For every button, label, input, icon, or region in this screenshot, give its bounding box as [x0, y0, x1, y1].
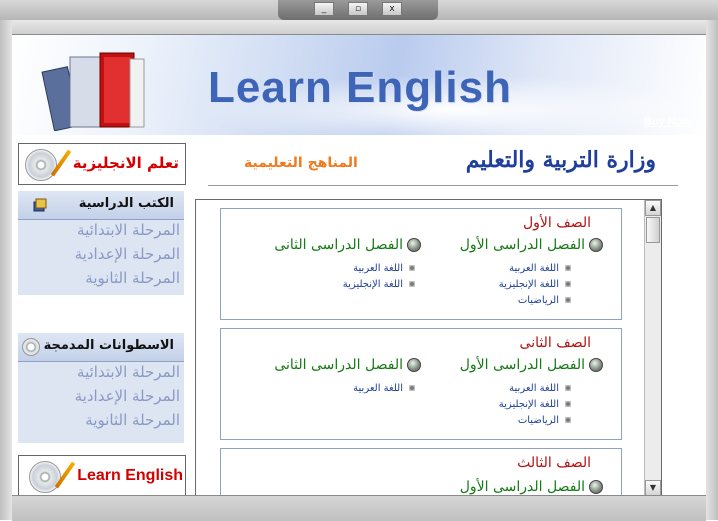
sidebar-item-books-preparatory[interactable]: المرحلة الإعدادية [18, 244, 184, 268]
term-1-link[interactable]: الفصل الدراسى الأول [460, 479, 603, 495]
close-button[interactable]: x [382, 2, 402, 16]
grade-title: الصف الثالث [517, 455, 591, 471]
ministry-name: وزارة التربية والتعليم [465, 147, 656, 173]
subject-link[interactable]: اللغة العربية [353, 263, 415, 274]
bullet-icon [407, 358, 421, 372]
term-2-link[interactable]: الفصل الدراسى الثانى [274, 357, 421, 373]
cds-section-header: الاسطوانات المدمجة [18, 333, 184, 362]
dot-icon [565, 297, 571, 303]
ministry-heading: المناهج التعليمية وزارة التربية والتعليم [208, 143, 678, 186]
learn-english-logo[interactable]: Learn English [18, 455, 186, 495]
restore-button[interactable]: ▫ [348, 2, 368, 16]
minimize-button[interactable]: _ [314, 2, 334, 16]
subject-link[interactable]: اللغة الإنجليزية [499, 399, 571, 410]
header-banner: Learn English Buy Now [12, 35, 706, 145]
scroll-down-icon[interactable]: ▼ [645, 480, 661, 495]
cd-small-icon [22, 338, 40, 356]
term-2-link[interactable]: الفصل الدراسى الثانى [274, 237, 421, 253]
subject-link[interactable]: اللغة العربية [353, 383, 415, 394]
grade-card-3: الصف الثالث الفصل الدراسى الأول [220, 448, 622, 495]
subject-label: الرياضيات [517, 415, 559, 426]
page-content: Learn English Buy Now المناهج التعليمية … [12, 35, 706, 495]
term-label: الفصل الدراسى الثانى [274, 357, 403, 373]
subject-link[interactable]: اللغة العربية [509, 263, 571, 274]
subject-label: اللغة الإنجليزية [342, 279, 403, 290]
sidebar-item-cds-secondary[interactable]: المرحلة الثانوية [18, 410, 184, 434]
subject-label: اللغة الإنجليزية [498, 399, 559, 410]
bullet-icon [589, 358, 603, 372]
logo-text: تعلم الانجليزية [72, 154, 179, 172]
window-inner-top [12, 20, 706, 35]
books-section-header: الكتب الدراسية [18, 191, 184, 220]
scroll-thumb[interactable] [646, 217, 660, 243]
subject-link[interactable]: اللغة الإنجليزية [343, 279, 415, 290]
sidebar-item-label: المرحلة الابتدائية [77, 221, 180, 239]
term-label: الفصل الدراسى الأول [459, 357, 585, 373]
cd-icon [25, 149, 57, 181]
term-label: الفصل الدراسى الأول [459, 479, 585, 495]
grade-card-1: الصف الأول الفصل الدراسى الأول الفصل الد… [220, 208, 622, 320]
dot-icon [565, 265, 571, 271]
cds-section: الاسطوانات المدمجة المرحلة الابتدائية ال… [18, 333, 184, 443]
dot-icon [409, 385, 415, 391]
term-1-link[interactable]: الفصل الدراسى الأول [460, 237, 603, 253]
bullet-icon [589, 238, 603, 252]
cds-heading: الاسطوانات المدمجة [43, 338, 174, 353]
dot-icon [565, 401, 571, 407]
cd-icon [29, 461, 61, 493]
learn-english-arabic-logo[interactable]: تعلم الانجليزية [18, 143, 186, 185]
window-right-border [706, 20, 718, 520]
sidebar-item-label: المرحلة الثانوية [85, 411, 180, 429]
window-frame: _ ▫ x Learn English Buy Now المناهج التع… [0, 0, 718, 521]
term-1-link[interactable]: الفصل الدراسى الأول [460, 357, 603, 373]
grade-card-2: الصف الثانى الفصل الدراسى الأول الفصل ال… [220, 328, 622, 440]
subject-link[interactable]: الرياضيات [518, 295, 571, 306]
subject-label: اللغة العربية [509, 263, 559, 274]
window-left-border [0, 20, 12, 520]
subject-label: الرياضيات [517, 295, 559, 306]
window-control-tab: _ ▫ x [278, 0, 438, 20]
dot-icon [409, 281, 415, 287]
dot-icon [565, 281, 571, 287]
subject-link[interactable]: اللغة الإنجليزية [499, 279, 571, 290]
sidebar-item-books-primary[interactable]: المرحلة الابتدائية [18, 220, 184, 244]
sidebar-item-label: المرحلة الثانوية [85, 269, 180, 287]
bullet-icon [589, 480, 603, 494]
subject-label: اللغة الإنجليزية [498, 279, 559, 290]
sidebar-item-books-secondary[interactable]: المرحلة الثانوية [18, 268, 184, 292]
subject-label: اللغة العربية [509, 383, 559, 394]
term-label: الفصل الدراسى الأول [459, 237, 585, 253]
scroll-up-icon[interactable]: ▲ [645, 200, 661, 216]
divider [208, 185, 678, 186]
grade-title: الصف الأول [522, 215, 591, 231]
curriculum-panel: الصف الأول الفصل الدراسى الأول الفصل الد… [195, 199, 662, 495]
sidebar-item-cds-primary[interactable]: المرحلة الابتدائية [18, 362, 184, 386]
sidebar-item-label: المرحلة الابتدائية [77, 363, 180, 381]
term-label: الفصل الدراسى الثانى [274, 237, 403, 253]
subject-link[interactable]: اللغة العربية [509, 383, 571, 394]
dot-icon [409, 265, 415, 271]
books-icon [41, 52, 145, 131]
bullet-icon [407, 238, 421, 252]
sidebar-item-label: المرحلة الإعدادية [74, 245, 180, 263]
vertical-scrollbar[interactable]: ▲ ▼ [644, 200, 661, 495]
sidebar-item-cds-preparatory[interactable]: المرحلة الإعدادية [18, 386, 184, 410]
logo-text: Learn English [77, 467, 183, 484]
banner-title: Learn English [208, 63, 512, 112]
grade-title: الصف الثانى [519, 335, 591, 351]
buy-now-link[interactable]: Buy Now [644, 116, 691, 128]
sidebar-item-label: المرحلة الإعدادية [74, 387, 180, 405]
window-bottom-border [12, 495, 706, 521]
books-section: الكتب الدراسية المرحلة الابتدائية المرحل… [18, 191, 184, 295]
subject-label: اللغة العربية [353, 383, 403, 394]
subject-label: اللغة العربية [353, 263, 403, 274]
dot-icon [565, 385, 571, 391]
subject-link[interactable]: الرياضيات [518, 415, 571, 426]
dot-icon [565, 417, 571, 423]
ministry-subtitle: المناهج التعليمية [244, 155, 358, 171]
books-heading: الكتب الدراسية [78, 196, 174, 211]
books-small-icon [33, 198, 47, 212]
